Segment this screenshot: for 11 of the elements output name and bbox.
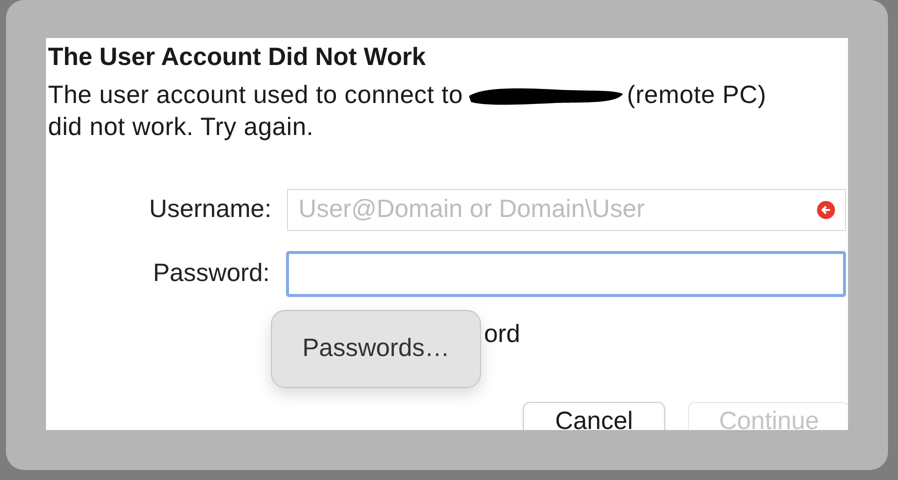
dialog-title: The User Account Did Not Work	[48, 43, 427, 71]
dialog-message: The user account used to connect to (remote PC) did not work. Try again.	[48, 80, 768, 143]
field-label: Password:	[152, 258, 271, 290]
checkbox-label: ord	[484, 319, 520, 350]
passwords-popup[interactable]: Passwords…	[271, 310, 481, 388]
input-field[interactable]	[286, 251, 846, 297]
error-icon	[817, 201, 835, 219]
dialog-button[interactable]: Cancel	[523, 402, 665, 430]
text-input[interactable]: User@Domain or Domain\User	[298, 191, 817, 229]
input-field[interactable]: User@Domain or Domain\User	[287, 189, 846, 231]
field-label: Username:	[148, 194, 272, 226]
